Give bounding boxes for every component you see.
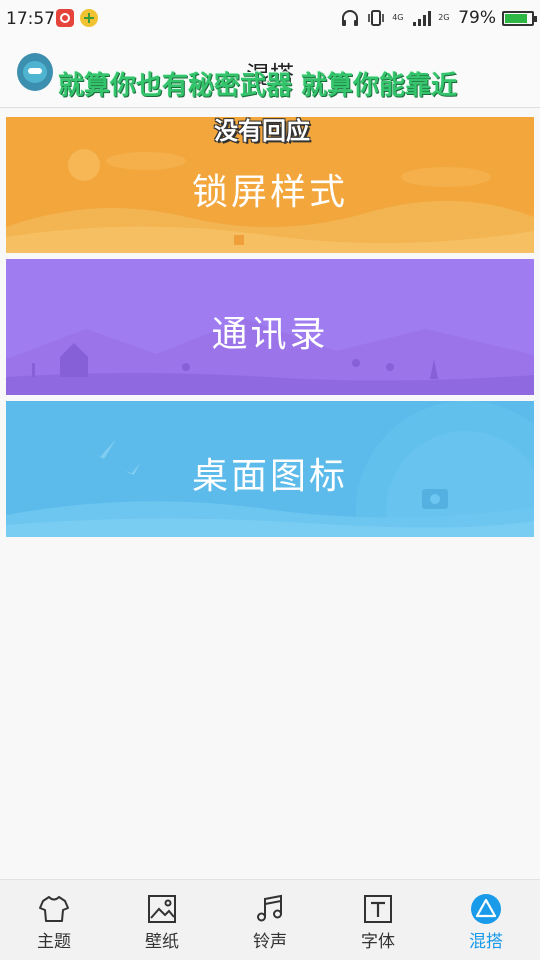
avatar[interactable]	[17, 53, 53, 91]
card-label: 锁屏样式	[191, 172, 348, 213]
nav-label: 壁纸	[145, 932, 179, 952]
status-time: 17:57	[6, 9, 55, 29]
nav-label: 字体	[361, 932, 395, 952]
desktop-icons-card[interactable]: 桌面图标	[6, 401, 534, 537]
contacts-card[interactable]: 通讯录	[6, 259, 534, 395]
netease-music-icon	[56, 9, 74, 27]
headphones-icon	[342, 10, 359, 26]
nav-label: 铃声	[253, 932, 287, 952]
nav-item-font[interactable]: 字体	[324, 880, 432, 960]
image-icon	[148, 895, 176, 923]
battery-percent: 79%	[458, 8, 496, 28]
lyrics-overlay-line-2: 没有回应	[214, 117, 310, 145]
network-type-bottom: 2G	[438, 13, 450, 22]
triangle-mix-icon	[471, 894, 501, 924]
nav-item-theme[interactable]: 主题	[0, 880, 108, 960]
nav-item-wallpaper[interactable]: 壁纸	[108, 880, 216, 960]
music-note-icon	[257, 894, 282, 922]
vibrate-icon	[368, 10, 385, 26]
bottom-nav: 主题 壁纸 铃声 字体 混搭	[0, 879, 540, 960]
nav-item-ringtone[interactable]: 铃声	[216, 880, 324, 960]
plus-app-icon	[80, 9, 98, 27]
network-type-top: 4G	[392, 13, 404, 22]
card-label: 桌面图标	[191, 456, 348, 497]
font-t-icon	[364, 895, 392, 923]
tshirt-icon	[39, 896, 69, 922]
nav-label: 主题	[37, 932, 71, 952]
battery-icon	[502, 10, 537, 26]
status-bar: 17:57 4G 2G 79%	[0, 0, 540, 38]
lyrics-overlay-line-1: 就算你也有秘密武器 就算你能靠近	[58, 71, 458, 101]
signal-icon	[413, 11, 432, 26]
nav-item-mix[interactable]: 混搭	[432, 880, 540, 960]
card-label: 通讯录	[211, 314, 329, 355]
nav-label: 混搭	[469, 932, 503, 952]
battery-level	[505, 13, 528, 23]
